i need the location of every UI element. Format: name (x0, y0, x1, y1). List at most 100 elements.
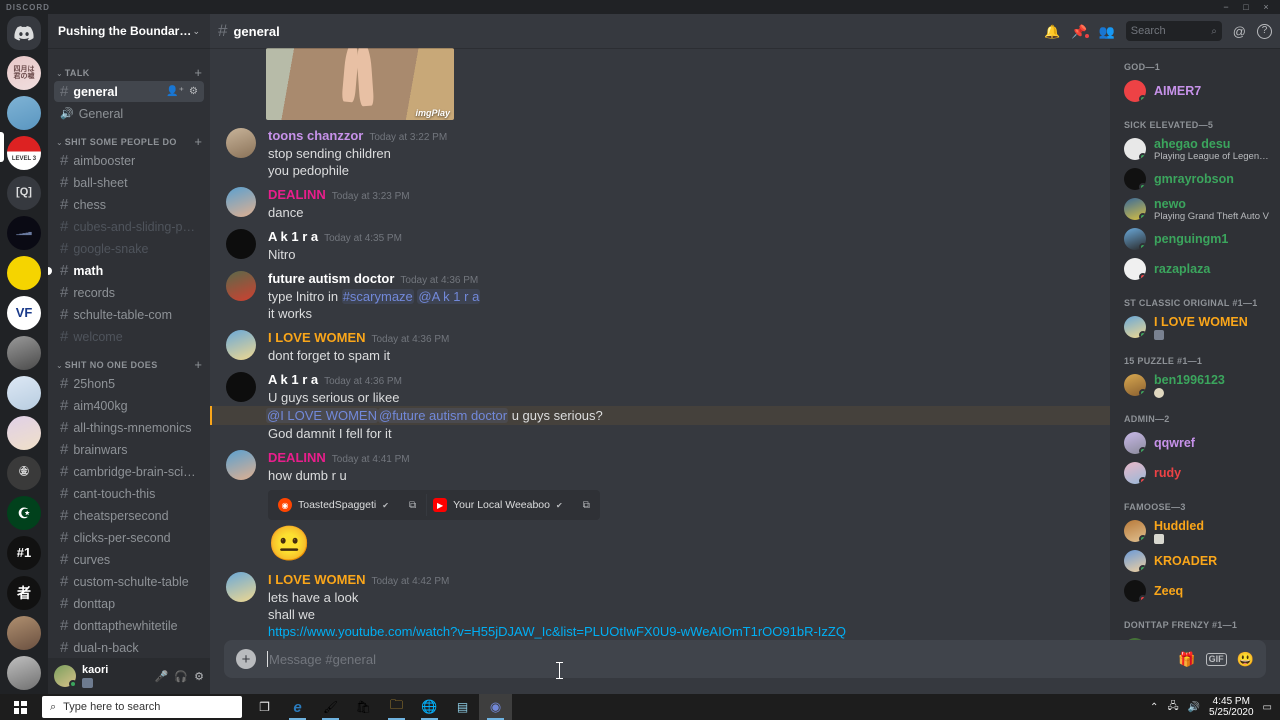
sidebar-channel-ball-sheet[interactable]: # ball-sheet (54, 172, 204, 193)
sidebar-channel-dual-n-back[interactable]: # dual-n-back (54, 637, 204, 658)
add-channel-icon[interactable]: + (194, 66, 202, 79)
member-row[interactable]: penguingm1 (1110, 224, 1280, 254)
message-list[interactable]: imgPlay toons chanzzor Today at 3:22 PM … (210, 48, 1110, 640)
guild-icon-anime-pink[interactable]: 四月は 君の嘘 (7, 56, 41, 90)
embed-youtube[interactable]: ▶ Your Local Weeaboo ✔ ⧉ (426, 494, 596, 516)
add-channel-icon[interactable]: + (194, 135, 202, 148)
user-mention[interactable]: @I LOVE WOMEN (266, 408, 378, 423)
guild-icon-pakistan-flag[interactable]: ☪ (7, 496, 41, 530)
close-button[interactable]: × (1256, 0, 1276, 14)
sidebar-channel-cubes-and-sliding-puzzles[interactable]: # cubes-and-sliding-puzzles (54, 216, 204, 237)
member-row[interactable]: Zeeq (1110, 576, 1280, 606)
minimize-button[interactable]: − (1216, 0, 1236, 14)
deafen-headphones-icon[interactable]: 🎧 (174, 670, 188, 683)
guild-icon-q[interactable]: [Q] (7, 176, 41, 210)
member-row[interactable]: rudy (1110, 458, 1280, 488)
pin-icon[interactable]: 📌 (1071, 25, 1090, 39)
guild-icon-cat-yellow[interactable] (7, 256, 41, 290)
sidebar-channel-all-things-mnemonics[interactable]: # all-things-mnemonics (54, 417, 204, 438)
emoji-icon[interactable]: 😃 (1237, 651, 1254, 668)
member-list[interactable]: GOD—1 AIMER7 SICK ELEVATED—5 ahegao desu… (1110, 48, 1280, 640)
mentions-icon[interactable]: @ (1233, 25, 1246, 38)
sidebar-channel-chess[interactable]: # chess (54, 194, 204, 215)
avatar[interactable] (226, 271, 256, 301)
guild-header-dropdown[interactable]: Pushing the Boundaries ⌄ (48, 14, 210, 48)
sidebar-channel-clicks-per-second[interactable]: # clicks-per-second (54, 527, 204, 548)
channel-settings-icon[interactable]: ⚙ (189, 86, 198, 97)
bell-icon[interactable]: 🔔 (1044, 25, 1060, 38)
member-row[interactable]: I LOVE WOMEN (1110, 312, 1280, 342)
member-row[interactable]: KROADER (1110, 546, 1280, 576)
sidebar-voice-channel-general[interactable]: 🔊 General (54, 103, 204, 124)
sidebar-channel-aim400kg[interactable]: # aim400kg (54, 395, 204, 416)
clock[interactable]: 4:45 PM 5/25/2020 (1209, 696, 1254, 718)
message-author[interactable]: future autism doctor (268, 271, 394, 286)
guild-icon-dark-text[interactable]: ▁▂▃▄▅ (7, 216, 41, 250)
add-channel-icon[interactable]: + (194, 358, 202, 371)
message-author[interactable]: DEALINN (268, 450, 326, 465)
paint-icon[interactable]: 🖌 (314, 694, 347, 720)
member-row[interactable]: qqwref (1110, 428, 1280, 458)
members-icon[interactable]: 👥 (1099, 25, 1115, 38)
server-rail[interactable]: 四月は 君の嘘 LEVEL 3 [Q] ▁▂▃▄▅ VF ㊎ ☪ #1 者 (0, 14, 48, 694)
task-view-icon[interactable]: ❐ (248, 694, 281, 720)
volume-icon[interactable]: 🔊 (1188, 702, 1200, 713)
chrome-icon[interactable]: 🌐 (413, 694, 446, 720)
guild-icon-portrait-bw[interactable] (7, 336, 41, 370)
message-author[interactable]: toons chanzzor (268, 128, 363, 143)
store-icon[interactable]: 🛍 (347, 694, 380, 720)
help-icon[interactable]: ? (1257, 23, 1272, 39)
member-row[interactable]: gmrayrobson (1110, 164, 1280, 194)
edge-icon[interactable]: e (281, 694, 314, 720)
open-external-icon[interactable]: ⧉ (395, 500, 416, 511)
avatar[interactable] (54, 665, 77, 688)
message-author[interactable]: I LOVE WOMEN (268, 572, 366, 587)
sticky-notes-icon[interactable]: ▤ (446, 694, 479, 720)
category-talk[interactable]: ⌄ TALK + (48, 56, 210, 80)
sidebar-channel-cant-touch-this[interactable]: # cant-touch-this (54, 483, 204, 504)
guild-icon-two-people[interactable] (7, 96, 41, 130)
member-row[interactable]: newo Playing Grand Theft Auto V (1110, 194, 1280, 224)
guild-icon-bw-photo[interactable] (7, 656, 41, 690)
add-attachment-button[interactable]: + (236, 649, 256, 669)
sidebar-channel-cambridge-brain-sciences[interactable]: # cambridge-brain-sciences (54, 461, 204, 482)
taskbar-search-input[interactable]: ⌕ Type here to search (42, 696, 242, 718)
sidebar-channel-donttap[interactable]: # donttap (54, 593, 204, 614)
sidebar-channel-schulte-table-com[interactable]: # schulte-table-com (54, 304, 204, 325)
member-row[interactable]: ben1996123 (1110, 370, 1280, 400)
chevron-up-icon[interactable]: ⌃ (1150, 702, 1158, 713)
avatar[interactable] (226, 128, 256, 158)
category-shit-no-one-does[interactable]: ⌄ SHIT NO ONE DOES + (48, 348, 210, 372)
guild-icon-old-man[interactable] (7, 616, 41, 650)
message-author[interactable]: I LOVE WOMEN (268, 330, 366, 345)
maximize-button[interactable]: □ (1236, 0, 1256, 14)
member-row[interactable]: AIMER7 (1110, 76, 1280, 106)
avatar[interactable] (226, 572, 256, 602)
user-mention[interactable]: @future autism doctor (378, 408, 509, 423)
sidebar-channel-records[interactable]: # records (54, 282, 204, 303)
guild-icon-vf[interactable]: VF (7, 296, 41, 330)
category-shit-some-people-do[interactable]: ⌄ SHIT SOME PEOPLE DO + (48, 125, 210, 149)
start-button[interactable] (0, 694, 40, 720)
message-author[interactable]: DEALINN (268, 187, 326, 202)
sidebar-channel-25hon5[interactable]: # 25hon5 (54, 373, 204, 394)
member-row[interactable]: razaplaza (1110, 254, 1280, 284)
sidebar-channel-google-snake[interactable]: # google-snake (54, 238, 204, 259)
sidebar-channel-brainwars[interactable]: # brainwars (54, 439, 204, 460)
guild-icon-circle-emblem[interactable]: ㊎ (7, 456, 41, 490)
sidebar-channel-cheatspersecond[interactable]: # cheatspersecond (54, 505, 204, 526)
discord-icon[interactable]: ◉ (479, 694, 512, 720)
guild-icon-number-one[interactable]: #1 (7, 536, 41, 570)
gift-icon[interactable]: 🎁 (1178, 651, 1195, 668)
guild-icon-anime-blue[interactable] (7, 376, 41, 410)
user-settings-icon[interactable]: ⚙ (194, 670, 204, 683)
action-center-icon[interactable]: ▭ (1263, 702, 1272, 713)
sidebar-channel-general[interactable]: # general 👤⁺ ⚙ (54, 81, 204, 102)
message-author[interactable]: A k 1 r a (268, 372, 318, 387)
message-input[interactable]: Message #general (256, 650, 1178, 667)
sidebar-channel-math[interactable]: # math (48, 260, 204, 281)
network-icon[interactable]: 🖧 (1167, 699, 1178, 716)
guild-icon-level3[interactable]: LEVEL 3 (7, 136, 41, 170)
message-attachment-image[interactable]: imgPlay (266, 48, 454, 120)
channel-scroll-area[interactable]: ⌄ TALK + # general 👤⁺ ⚙ 🔊 General ⌄ SHIT… (48, 48, 210, 658)
